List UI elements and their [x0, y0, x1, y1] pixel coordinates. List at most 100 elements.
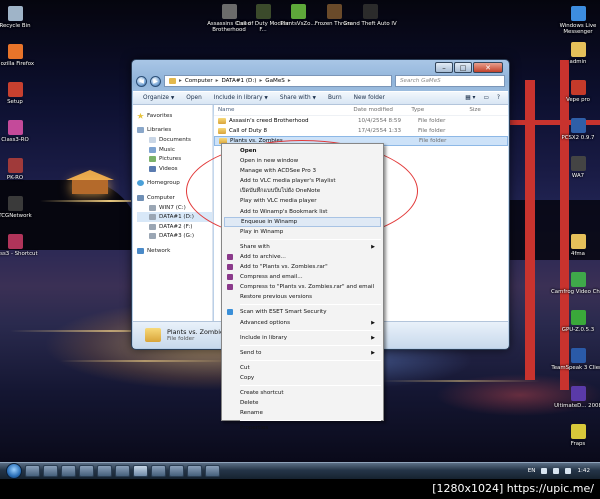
- desktop-icon[interactable]: GPU-Z.0.5.3: [550, 310, 600, 333]
- taskbar-button-explorer[interactable]: [133, 465, 148, 477]
- menu-item[interactable]: Compress to "Plants vs. Zombies.rar" and…: [224, 282, 381, 292]
- clock[interactable]: 1:42: [577, 468, 590, 474]
- close-button[interactable]: ✕: [473, 62, 503, 73]
- nav-computer[interactable]: Computer: [137, 193, 212, 203]
- desktop-icon[interactable]: Recycle Bin: [0, 6, 43, 29]
- desktop-icon[interactable]: TeamSpeak 3 Client: [550, 348, 600, 371]
- desktop-icon[interactable]: WA7: [550, 156, 600, 179]
- breadcrumb-folder[interactable]: GaMeS: [265, 78, 285, 84]
- desktop-icon[interactable]: Camfrog Video Ch...: [550, 272, 600, 295]
- column-type[interactable]: Type: [411, 107, 469, 113]
- menu-item[interactable]: Add to archive...: [224, 252, 381, 262]
- maximize-button[interactable]: □: [454, 62, 472, 73]
- desktop-icon[interactable]: class3 - Shortcut: [0, 234, 43, 257]
- language-indicator[interactable]: EN: [528, 468, 536, 474]
- view-options-icon[interactable]: ▦ ▾: [465, 95, 475, 101]
- organize-button[interactable]: Organize ▼: [143, 95, 174, 101]
- nav-drive-f[interactable]: DATA#2 (F:): [137, 222, 212, 232]
- desktop-icon[interactable]: Vepe pro: [550, 80, 600, 103]
- preview-pane-icon[interactable]: ▭: [483, 95, 488, 101]
- desktop-icon[interactable]: UltimateD... 2008: [550, 386, 600, 409]
- forward-button[interactable]: ▶: [150, 75, 161, 87]
- taskbar-button[interactable]: [187, 465, 202, 477]
- menu-item-highlighted[interactable]: Enqueue in Winamp: [224, 216, 381, 227]
- address-bar[interactable]: ▸ Computer ▸ DATA#1 (D:) ▸ GaMeS ▸: [164, 75, 392, 87]
- breadcrumb-computer[interactable]: Computer: [185, 78, 213, 84]
- desktop-icon[interactable]: Grand Theft Auto IV: [342, 4, 398, 27]
- desktop-icon[interactable]: Fraps: [550, 424, 600, 447]
- breadcrumb-drive[interactable]: DATA#1 (D:): [221, 78, 256, 84]
- desktop-icon[interactable]: Class3-RO: [0, 120, 43, 143]
- open-button[interactable]: Open: [186, 95, 201, 101]
- burn-button[interactable]: Burn: [328, 95, 342, 101]
- desktop-icon[interactable]: Windows Live Messenger: [550, 6, 600, 36]
- tray-icon[interactable]: [541, 468, 548, 474]
- nav-documents[interactable]: Documents: [137, 135, 212, 145]
- desktop-icon[interactable]: PCSX2 0.9.7: [550, 118, 600, 141]
- menu-item[interactable]: Compress and email...: [224, 272, 381, 282]
- nav-drive-g[interactable]: DATA#3 (G:): [137, 232, 212, 242]
- back-button[interactable]: ◀: [136, 75, 147, 87]
- menu-item[interactable]: Scan with ESET Smart Security: [224, 307, 381, 317]
- taskbar-button[interactable]: [169, 465, 184, 477]
- menu-item[interactable]: Share with ▶: [224, 242, 381, 252]
- desktop-icon[interactable]: Setup: [0, 82, 43, 105]
- new-folder-button[interactable]: New folder: [354, 95, 385, 101]
- help-icon[interactable]: ?: [497, 95, 500, 101]
- include-library-button[interactable]: Include in library ▼: [214, 95, 268, 101]
- taskbar-button[interactable]: [43, 465, 58, 477]
- menu-item[interactable]: Create shortcut: [224, 388, 381, 398]
- network-icon[interactable]: [565, 468, 572, 474]
- nav-libraries[interactable]: Libraries: [137, 126, 212, 136]
- menu-item[interactable]: Add to Winamp's Bookmark list: [224, 207, 381, 217]
- nav-drive-d[interactable]: DATA#1 (D:): [137, 212, 212, 222]
- column-name[interactable]: Name: [218, 107, 353, 113]
- nav-videos[interactable]: Videos: [137, 164, 212, 174]
- menu-item[interactable]: Restore previous versions: [224, 292, 381, 302]
- menu-item[interactable]: Open in new window: [224, 156, 381, 166]
- menu-item[interactable]: Advanced options ▶: [224, 318, 381, 328]
- menu-item[interactable]: Properties: [224, 423, 381, 433]
- nav-favorites[interactable]: Favorites: [137, 111, 212, 121]
- menu-item[interactable]: Manage with ACDSee Pro 3: [224, 166, 381, 176]
- desktop-icon[interactable]: PK-RO: [0, 158, 43, 181]
- menu-item[interactable]: Play with VLC media player: [224, 196, 381, 206]
- menu-item[interactable]: Delete: [224, 398, 381, 408]
- file-row[interactable]: Call of Duty 8 17/4/2554 1:33 File folde…: [214, 126, 508, 136]
- menu-item[interactable]: Add to "Plants vs. Zombies.rar": [224, 262, 381, 272]
- nav-homegroup[interactable]: Homegroup: [137, 179, 212, 189]
- nav-music[interactable]: Music: [137, 145, 212, 155]
- taskbar-button[interactable]: [79, 465, 94, 477]
- share-with-button[interactable]: Share with ▼: [280, 95, 316, 101]
- menu-item[interactable]: Send to ▶: [224, 348, 381, 358]
- search-input[interactable]: Search GaMeS: [395, 75, 505, 87]
- nav-network[interactable]: Network: [137, 246, 212, 256]
- column-size[interactable]: Size: [469, 107, 508, 113]
- desktop-icon[interactable]: TCGNetwork: [0, 196, 43, 219]
- menu-item[interactable]: Cut: [224, 363, 381, 373]
- nav-pictures[interactable]: Pictures: [137, 154, 212, 164]
- menu-item[interactable]: Add to VLC media player's Playlist: [224, 176, 381, 186]
- menu-item[interactable]: เปิดบันทึกแบบบีบไปยัง OneNote: [224, 186, 381, 196]
- start-button[interactable]: [6, 463, 22, 479]
- menu-item[interactable]: Rename: [224, 408, 381, 418]
- file-row[interactable]: Assasin's creed Brotherhood 10/4/2554 8:…: [214, 116, 508, 126]
- desktop-icon[interactable]: admin: [550, 42, 600, 65]
- taskbar-button[interactable]: [151, 465, 166, 477]
- desktop-icon[interactable]: 4fma: [550, 234, 600, 257]
- taskbar-button[interactable]: [25, 465, 40, 477]
- taskbar-button[interactable]: [115, 465, 130, 477]
- menu-item[interactable]: Open: [224, 146, 381, 156]
- volume-icon[interactable]: [553, 468, 560, 474]
- minimize-button[interactable]: –: [435, 62, 453, 73]
- taskbar-button[interactable]: [205, 465, 220, 477]
- menu-item[interactable]: Include in library ▶: [224, 333, 381, 343]
- column-date[interactable]: Date modified: [353, 107, 411, 113]
- desktop-icon[interactable]: Mozilla Firefox: [0, 44, 43, 67]
- menu-item[interactable]: Copy: [224, 373, 381, 383]
- menu-item[interactable]: Play in Winamp: [224, 227, 381, 237]
- taskbar-button[interactable]: [97, 465, 112, 477]
- menu-item-label: Restore previous versions: [240, 294, 313, 301]
- taskbar-button[interactable]: [61, 465, 76, 477]
- nav-drive-c[interactable]: WIN7 (C:): [137, 203, 212, 213]
